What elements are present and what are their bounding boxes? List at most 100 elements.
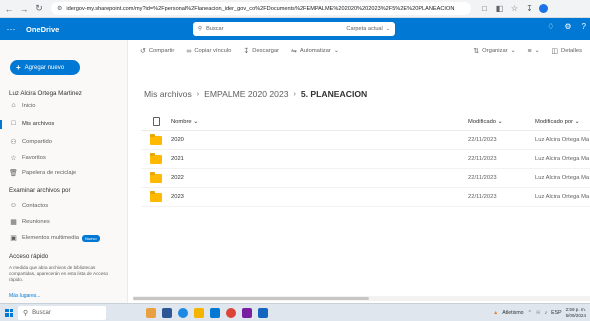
home-icon: ⌂ [11,102,16,109]
file-name[interactable]: 2021 [171,156,468,162]
table-row[interactable]: 2020 22/11/2023 Luz Alcira Ortega Ma [141,131,590,150]
sidebar-item-my-files[interactable]: □ Mis archivos [9,120,54,127]
address-bar[interactable]: ⚙ idergov-my.sharepoint.com/my?id=%2Fper… [51,2,471,15]
quick-access-header: Acceso rápido [9,253,49,260]
sidebar-item-media[interactable]: ▣ Elementos multimedia Nuevo [9,234,100,242]
sidebar-item-label: Compartido [22,139,52,145]
tab-search-icon[interactable]: ◧ [494,3,505,14]
weather-icon[interactable]: ▲ [493,310,498,316]
modified-by: Luz Alcira Ortega Ma [535,156,590,162]
sort-icon: ⇅ [473,48,480,55]
start-button[interactable] [0,304,18,321]
automate-label: Automatizar [299,48,331,54]
edge-browser-icon[interactable] [178,307,188,318]
column-header-modified[interactable]: Modificado ⌄ [468,119,535,125]
file-type-icon[interactable] [152,117,160,126]
download-icon: ↧ [243,48,250,55]
forward-arrow-icon[interactable]: → [18,3,30,15]
automate-button[interactable]: ⇋ Automatizar ⌄ [291,47,339,55]
modified-by: Luz Alcira Ortega Ma [535,175,590,181]
widgets-icon[interactable] [146,307,156,318]
app-brand[interactable]: OneDrive [26,25,59,34]
file-explorer-icon[interactable] [194,307,204,318]
contact-icon: ☺ [9,202,18,209]
app-header: ⋯ OneDrive ⚲ Buscar Carpeta actual ⌄ ♢ ⚙… [0,18,590,40]
share-button[interactable]: ↺ Compartir [140,47,174,55]
sidebar-item-favorites[interactable]: ☆ Favoritos [9,154,46,162]
sidebar-item-contacts[interactable]: ☺ Contactos [9,202,48,209]
breadcrumb-parent[interactable]: EMPALME 2020 2023 [204,89,288,99]
column-header-modified-by[interactable]: Modificado por ⌄ [535,119,590,125]
search-box[interactable]: ⚲ Buscar Carpeta actual ⌄ [193,22,395,36]
copy-link-button[interactable]: ∞ Copiar vínculo [186,48,231,55]
volume-icon[interactable]: ♪ [545,310,548,316]
command-bar: ↺ Compartir ∞ Copiar vínculo ↧ Descargar… [128,40,590,62]
folder-icon [150,133,162,145]
folder-icon [150,152,162,164]
details-button[interactable]: ◫ Detalles [551,47,582,55]
search-scope[interactable]: Carpeta actual [346,26,382,32]
app-launcher-icon[interactable]: ⋯ [0,18,22,40]
column-header-name[interactable]: Nombre ⌄ [171,119,468,125]
sidebar-item-meetings[interactable]: ▦ Reuniones [9,218,50,226]
weather-label[interactable]: Atletismo [502,310,523,316]
search-input[interactable]: Buscar [206,26,223,32]
download-label: Descargar [252,48,280,54]
new-badge: Nuevo [82,234,100,242]
app-icon[interactable] [242,307,252,318]
table-row[interactable]: 2021 22/11/2023 Luz Alcira Ortega Ma [141,150,590,169]
network-icon[interactable]: ☉ [536,310,541,316]
reload-icon[interactable]: ↻ [33,3,45,15]
task-view-icon[interactable] [162,307,172,318]
word-icon[interactable] [258,307,268,318]
modified-date: 22/11/2023 [468,156,497,162]
site-info-icon[interactable]: ⚙ [57,5,62,12]
active-indicator [0,120,2,129]
folder-icon: □ [11,120,16,127]
sidebar-item-label: Favoritos [22,155,46,161]
help-icon[interactable]: ? [582,22,586,31]
star-icon: ☆ [10,155,17,162]
download-icon[interactable]: ↧ [524,3,535,14]
clock-date: 5/09/2024 [565,313,586,318]
premium-icon[interactable]: ♢ [547,22,554,31]
details-label: Detalles [561,48,582,54]
sidebar-item-shared[interactable]: ⚇ Compartido [9,138,52,146]
add-new-label: Agregar nuevo [24,64,65,71]
view-options-button[interactable]: ≡ ⌄ [527,48,539,55]
breadcrumb-root[interactable]: Mis archivos [144,89,192,99]
sidebar-item-label: Mis archivos [22,120,55,127]
clock[interactable]: 2:59 p. m. 5/09/2024 [566,307,586,319]
table-row[interactable]: 2022 22/11/2023 Luz Alcira Ortega Ma [141,169,590,188]
modified-date: 22/11/2023 [468,175,497,181]
folder-icon [150,190,162,202]
add-new-button[interactable]: + Agregar nuevo [10,60,80,75]
download-button[interactable]: ↧ Descargar [243,47,279,55]
profile-avatar[interactable] [539,4,548,13]
table-row[interactable]: 2023 22/11/2023 Luz Alcira Ortega Ma [141,188,590,207]
taskbar-search[interactable]: ⚲ Buscar [18,305,106,320]
language-indicator[interactable]: ESP [551,310,561,316]
organize-button[interactable]: ⇅ Organizar ⌄ [473,47,515,55]
more-places-link[interactable]: Más lugares... [9,293,40,299]
sidebar-item-home[interactable]: ⌂ Inicio [9,102,35,109]
install-app-icon[interactable]: □ [479,3,490,14]
file-name[interactable]: 2020 [171,137,468,143]
horizontal-scrollbar[interactable] [133,296,590,301]
mail-icon[interactable] [210,307,220,318]
scrollbar-thumb[interactable] [133,297,369,300]
chevron-up-icon[interactable]: ⌃ [528,310,532,316]
calendar-icon: ▦ [10,219,17,226]
sidebar-item-recycle-bin[interactable]: 🗑 Papelera de reciclaje [9,169,76,177]
bookmark-star-icon[interactable]: ☆ [509,3,520,14]
back-arrow-icon[interactable]: ← [3,3,15,15]
share-icon: ↺ [140,48,146,55]
search-icon: ⚲ [198,26,203,32]
file-name[interactable]: 2023 [171,194,468,200]
file-name[interactable]: 2022 [171,175,468,181]
url-text: idergov-my.sharepoint.com/my?id=%2Fperso… [66,5,455,12]
chevron-down-icon: ⌄ [510,48,516,54]
details-pane-icon: ◫ [551,48,559,55]
chrome-browser-icon[interactable] [226,307,236,318]
settings-gear-icon[interactable]: ⚙ [564,22,571,31]
